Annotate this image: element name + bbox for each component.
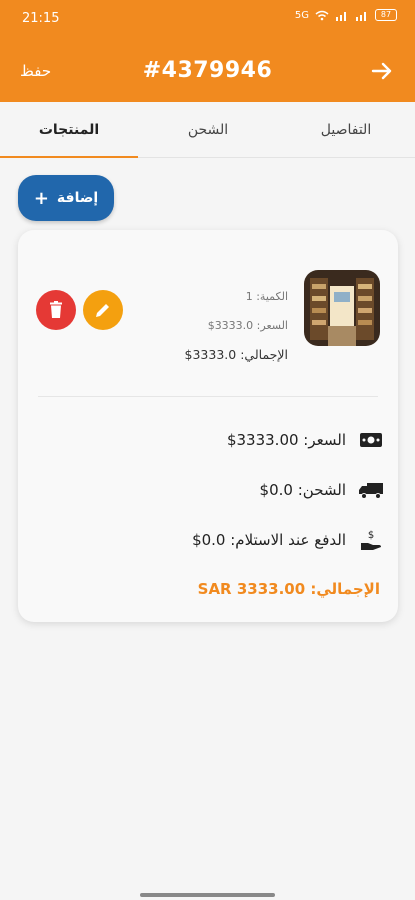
product-quantity: الكمية: 1 bbox=[245, 290, 288, 303]
status-time: 21:15 bbox=[22, 11, 60, 26]
summary-shipping-row: الشحن: 0.0$ bbox=[260, 475, 384, 505]
status-icons: 5G 87 bbox=[295, 9, 397, 21]
truck-icon bbox=[358, 477, 384, 503]
product-price: السعر: 3333.0$ bbox=[207, 319, 288, 332]
card-divider bbox=[38, 396, 378, 397]
summary-shipping: الشحن: 0.0$ bbox=[259, 481, 346, 499]
product-total: الإجمالي: 3333.0$ bbox=[184, 347, 288, 362]
add-product-button[interactable]: + إضافة bbox=[18, 175, 114, 221]
tab-details[interactable]: التفاصيل bbox=[277, 102, 415, 158]
status-bar: 21:15 5G 87 bbox=[0, 0, 415, 38]
svg-text:$: $ bbox=[368, 530, 374, 541]
signal-bars-icon-2 bbox=[356, 11, 366, 21]
summary-cod: الدفع عند الاستلام: 0.0$ bbox=[192, 531, 346, 549]
tab-products[interactable]: المنتجات bbox=[0, 102, 138, 158]
add-button-label: إضافة bbox=[56, 190, 99, 206]
plus-icon: + bbox=[33, 187, 49, 209]
grand-total: الإجمالي: SAR 3333.00 bbox=[197, 580, 380, 598]
summary-price: السعر: 3333.00$ bbox=[226, 431, 346, 449]
home-indicator[interactable] bbox=[140, 893, 275, 897]
product-card: الكمية: 1 السعر: 3333.0$ الإجمالي: 3333.… bbox=[18, 230, 398, 622]
tab-shipping[interactable]: الشحن bbox=[139, 102, 277, 158]
summary-cod-row: $ الدفع عند الاستلام: 0.0$ bbox=[192, 525, 384, 555]
delete-button[interactable] bbox=[36, 290, 76, 330]
active-tab-indicator bbox=[0, 156, 138, 158]
order-number-title: #4379946 bbox=[142, 58, 273, 83]
summary-price-row: السعر: 3333.00$ bbox=[227, 425, 384, 455]
cash-icon bbox=[358, 427, 384, 453]
wifi-icon bbox=[315, 10, 329, 20]
arrow-right-icon[interactable] bbox=[369, 58, 395, 84]
tab-bar: التفاصيل الشحن المنتجات bbox=[0, 102, 415, 158]
pencil-icon bbox=[96, 304, 109, 317]
trash-icon bbox=[50, 301, 62, 318]
edit-button[interactable] bbox=[83, 290, 123, 330]
signal-text: 5G bbox=[294, 9, 309, 21]
battery-icon: 87 bbox=[375, 9, 397, 21]
app-header: 21:15 5G 87 حفظ #4379946 bbox=[0, 0, 415, 102]
hand-coin-icon: $ bbox=[358, 527, 384, 553]
signal-bars-icon bbox=[336, 11, 346, 21]
product-image bbox=[304, 270, 380, 346]
